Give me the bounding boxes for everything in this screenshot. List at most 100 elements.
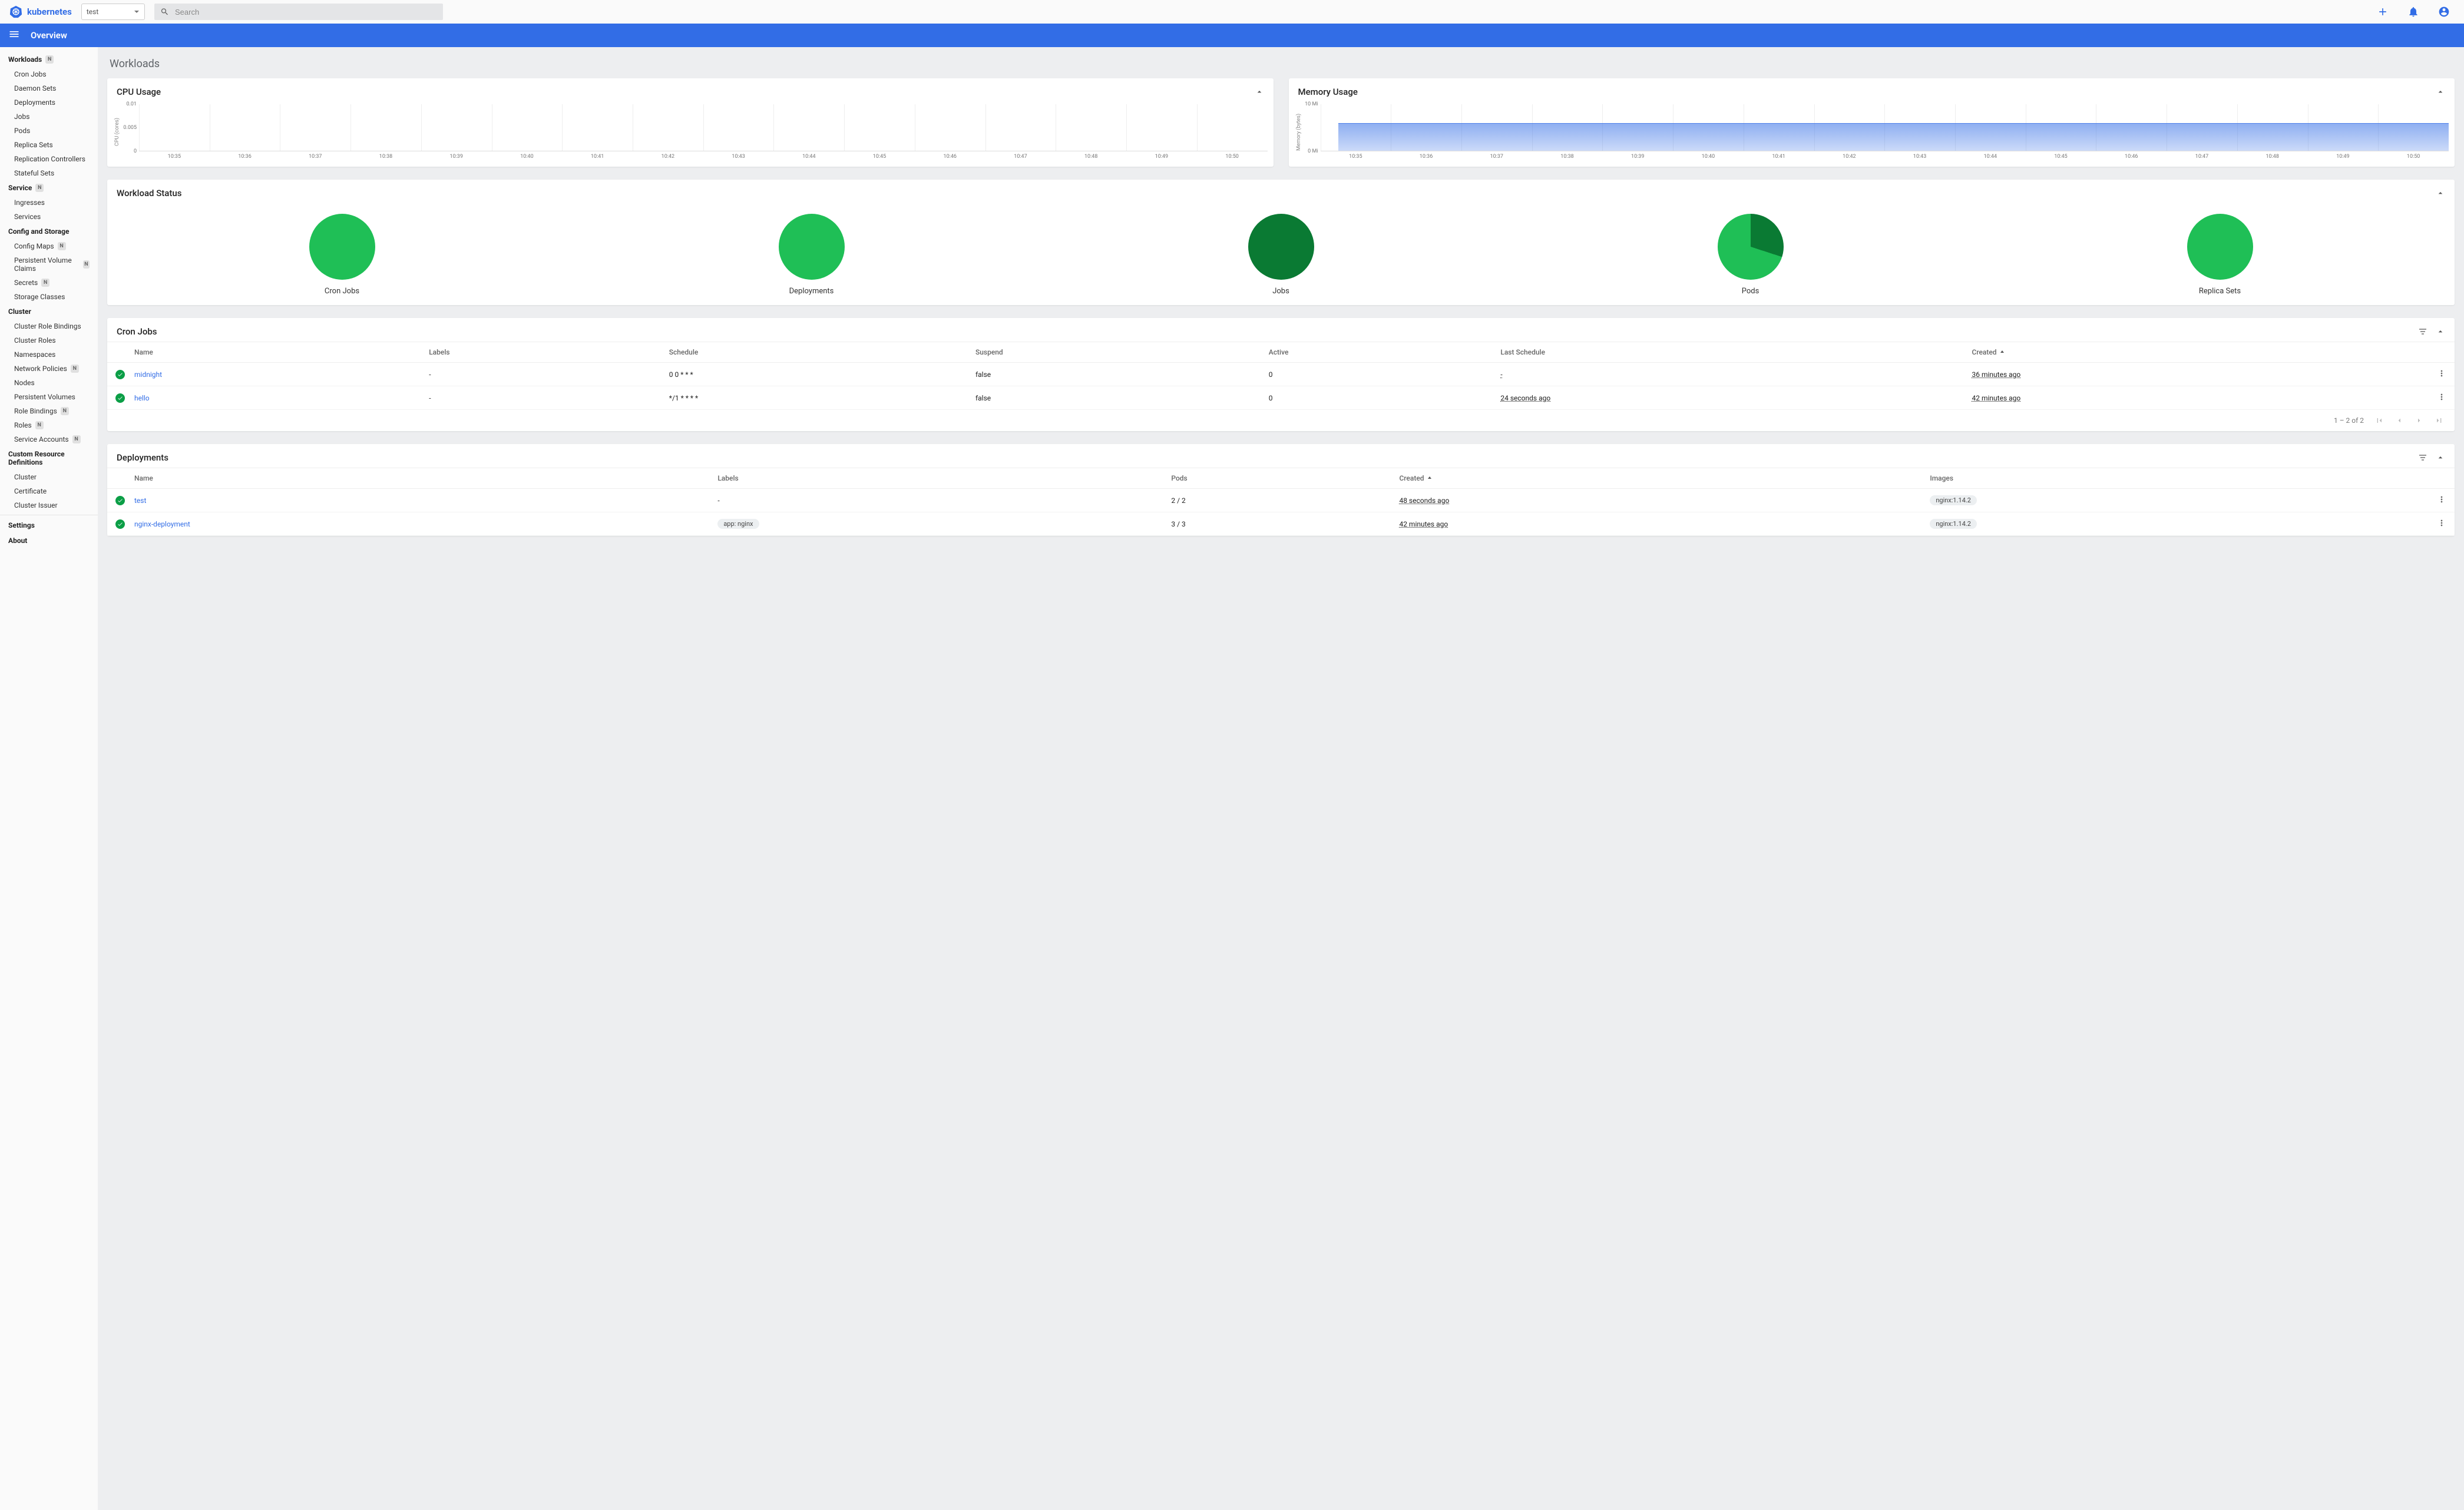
sidebar-item-label: Daemon Sets <box>14 84 56 92</box>
row-actions-menu[interactable] <box>2437 372 2446 380</box>
col-header[interactable]: Labels <box>713 468 1166 489</box>
sidebar-item-label: Cron Jobs <box>14 70 47 78</box>
row-actions-menu[interactable] <box>2437 395 2446 403</box>
cell-created: 42 minutes ago <box>1399 520 1448 528</box>
workload-status-item[interactable]: Jobs <box>1046 214 1516 296</box>
x-tick: 10:36 <box>210 154 280 160</box>
sidebar-footer-item[interactable]: About <box>0 533 98 548</box>
cell-labels: - <box>424 363 664 386</box>
col-header[interactable]: Images <box>1925 468 2429 489</box>
collapse-icon[interactable] <box>2436 327 2445 336</box>
search-icon <box>160 7 169 16</box>
plus-icon <box>2377 6 2389 18</box>
row-actions-menu[interactable] <box>2437 521 2446 529</box>
col-header[interactable]: Active <box>1264 342 1496 363</box>
account-button[interactable] <box>2433 6 2455 18</box>
sidebar-category[interactable]: WorkloadsN <box>0 52 98 67</box>
sidebar-item[interactable]: Pods <box>0 124 98 138</box>
sidebar-item[interactable]: Ingresses <box>0 196 98 210</box>
sidebar-item[interactable]: Cluster Roles <box>0 333 98 347</box>
x-tick: 10:35 <box>1321 154 1391 160</box>
deployment-link[interactable]: test <box>134 496 146 505</box>
col-header[interactable]: Name <box>130 468 713 489</box>
cell-schedule: */1 * * * * <box>664 386 971 410</box>
sidebar-category[interactable]: Config and Storage <box>0 224 98 239</box>
sidebar-item-label: Storage Classes <box>14 293 65 301</box>
hamburger-icon <box>8 28 20 40</box>
notifications-button[interactable] <box>2403 6 2424 18</box>
kubernetes-logo-icon <box>9 5 22 18</box>
page-first-icon[interactable] <box>2374 416 2384 425</box>
sidebar-item[interactable]: Persistent Volume ClaimsN <box>0 253 98 276</box>
col-header[interactable]: Schedule <box>664 342 971 363</box>
brand[interactable]: kubernetes <box>9 5 72 18</box>
x-tick: 10:48 <box>2237 154 2308 160</box>
sidebar-item[interactable]: Cluster Issuer <box>0 498 98 512</box>
memory-ylabel: Memory (bytes) <box>1295 104 1303 160</box>
sidebar-item[interactable]: RolesN <box>0 418 98 432</box>
collapse-icon[interactable] <box>2436 87 2445 97</box>
sidebar-item[interactable]: Cron Jobs <box>0 67 98 81</box>
sidebar-item[interactable]: Cluster <box>0 470 98 484</box>
sidebar-item[interactable]: Daemon Sets <box>0 81 98 95</box>
cell-active: 0 <box>1264 363 1496 386</box>
col-header[interactable]: Suspend <box>971 342 1264 363</box>
sidebar-category[interactable]: ServiceN <box>0 180 98 196</box>
sidebar-item[interactable]: Stateful Sets <box>0 166 98 180</box>
page-last-icon[interactable] <box>2435 416 2444 425</box>
sidebar-item[interactable]: Role BindingsN <box>0 404 98 418</box>
row-actions-menu[interactable] <box>2437 498 2446 506</box>
topbar: kubernetes test <box>0 0 2464 24</box>
collapse-icon[interactable] <box>2436 188 2445 198</box>
col-header[interactable]: Pods <box>1166 468 1394 489</box>
sidebar-item[interactable]: Certificate <box>0 484 98 498</box>
collapse-icon[interactable] <box>2436 453 2445 462</box>
namespace-selector[interactable]: test <box>81 4 145 20</box>
x-tick: 10:49 <box>2308 154 2379 160</box>
sidebar-item[interactable]: Namespaces <box>0 347 98 362</box>
create-button[interactable] <box>2372 6 2393 18</box>
sidebar-item[interactable]: Replica Sets <box>0 138 98 152</box>
sidebar-category[interactable]: Cluster <box>0 304 98 319</box>
sidebar-item[interactable]: Services <box>0 210 98 224</box>
workload-status-item[interactable]: Pods <box>1516 214 1985 296</box>
sidebar-footer-item[interactable]: Settings <box>0 518 98 533</box>
sidebar-item-label: Service Accounts <box>14 435 69 443</box>
sidebar-item[interactable]: Persistent Volumes <box>0 390 98 404</box>
sort-asc-icon <box>1424 474 1433 482</box>
sidebar-item[interactable]: Nodes <box>0 376 98 390</box>
sidebar-item[interactable]: Storage Classes <box>0 290 98 304</box>
col-header[interactable]: Created <box>1967 342 2429 363</box>
workload-status-item[interactable]: Replica Sets <box>1985 214 2455 296</box>
workload-status-item[interactable]: Cron Jobs <box>107 214 577 296</box>
sidebar-item[interactable]: Cluster Role Bindings <box>0 319 98 333</box>
sidebar-item[interactable]: SecretsN <box>0 276 98 290</box>
sidebar-item-label: Namespaces <box>14 350 55 359</box>
deployment-link[interactable]: nginx-deployment <box>134 520 190 528</box>
cronjob-link[interactable]: midnight <box>134 370 162 379</box>
workload-status-item[interactable]: Deployments <box>577 214 1046 296</box>
col-header[interactable]: Created <box>1394 468 1925 489</box>
col-header[interactable]: Last Schedule <box>1496 342 1967 363</box>
search-bar[interactable] <box>154 4 443 20</box>
sidebar: WorkloadsN Cron Jobs Daemon Sets Deployment… <box>0 47 98 1510</box>
collapse-icon[interactable] <box>1255 87 1264 97</box>
cronjob-link[interactable]: hello <box>134 394 150 402</box>
x-tick: 10:45 <box>2026 154 2096 160</box>
page-next-icon[interactable] <box>2415 416 2424 425</box>
sidebar-item[interactable]: Network PoliciesN <box>0 362 98 376</box>
filter-icon[interactable] <box>2418 327 2427 336</box>
sidebar-item[interactable]: Jobs <box>0 110 98 124</box>
page-prev-icon[interactable] <box>2394 416 2404 425</box>
sidebar-item-label: Roles <box>14 421 32 429</box>
sidebar-item[interactable]: Replication Controllers <box>0 152 98 166</box>
menu-button[interactable] <box>8 28 20 42</box>
filter-icon[interactable] <box>2418 453 2427 462</box>
col-header[interactable]: Labels <box>424 342 664 363</box>
col-header[interactable]: Name <box>130 342 424 363</box>
sidebar-item[interactable]: Config MapsN <box>0 239 98 253</box>
sidebar-item[interactable]: Deployments <box>0 95 98 110</box>
sidebar-item[interactable]: Service AccountsN <box>0 432 98 446</box>
sidebar-category[interactable]: Custom Resource Definitions <box>0 446 98 470</box>
search-input[interactable] <box>175 8 437 16</box>
